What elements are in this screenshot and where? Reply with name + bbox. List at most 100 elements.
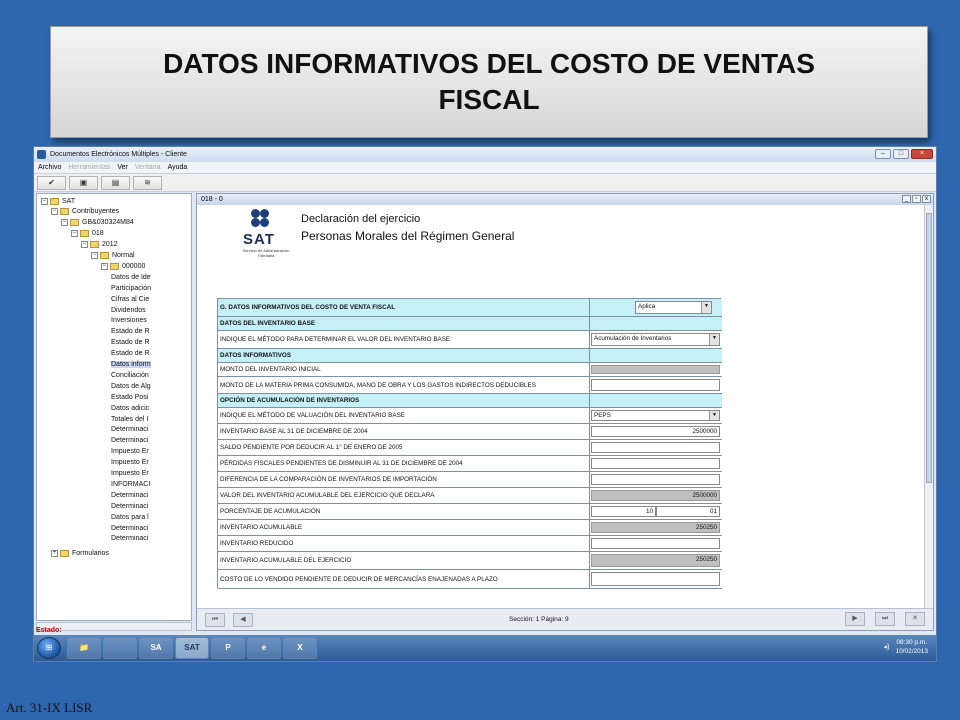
- prev-page-icon[interactable]: ◀: [233, 612, 253, 627]
- tree-node[interactable]: Datos para l: [111, 512, 149, 522]
- tree-node[interactable]: Determinaci: [111, 501, 148, 511]
- tree-node[interactable]: − 000000: [101, 261, 145, 271]
- document-vertical-scrollbar[interactable]: [924, 205, 933, 609]
- dropdown-arrow-icon[interactable]: ▼: [709, 334, 719, 345]
- tree-node[interactable]: − Normal: [91, 251, 135, 261]
- tree-node-label: INFORMACI: [111, 480, 151, 488]
- speaker-icon[interactable]: ◂): [884, 643, 890, 651]
- taskbar-app-button[interactable]: SAT: [175, 637, 209, 659]
- next-page-icon[interactable]: ▶: [845, 612, 865, 626]
- tree-node[interactable]: Estado de R: [111, 338, 150, 348]
- taskbar-app-button[interactable]: SA: [139, 637, 173, 659]
- tree-node[interactable]: Impuesto Er: [111, 469, 149, 479]
- taskbar-app-button[interactable]: 📁: [67, 637, 101, 659]
- form-row: VALOR DEL INVENTARIO ACUMULABLE DEL EJER…: [218, 488, 722, 504]
- amount-field[interactable]: [591, 442, 720, 453]
- check-icon[interactable]: ✔: [37, 175, 66, 190]
- windows-start-icon[interactable]: ⊞: [37, 637, 61, 659]
- close-doc-icon[interactable]: ✕: [905, 612, 925, 626]
- menu-item[interactable]: Ver: [117, 164, 128, 171]
- expander-icon[interactable]: −: [51, 208, 58, 216]
- tree-node[interactable]: Determinaci: [111, 490, 148, 500]
- tree-node[interactable]: − GB&030324M84: [61, 218, 134, 228]
- percentage-integer-field[interactable]: 10: [591, 506, 656, 517]
- tree-node[interactable]: Datos de Alg: [111, 381, 151, 391]
- tree-node[interactable]: Determinaci: [111, 534, 148, 544]
- tree-node[interactable]: Totales del I: [111, 414, 148, 424]
- doc-restore-icon[interactable]: ▫: [912, 195, 921, 203]
- tree-node[interactable]: Estado de R: [111, 349, 150, 359]
- form-row-value-cell: [590, 377, 722, 393]
- expander-icon[interactable]: −: [81, 241, 88, 249]
- close-icon[interactable]: ×: [911, 149, 933, 159]
- tree-node[interactable]: Cifras al Cie: [111, 294, 149, 304]
- menu-item[interactable]: Ayuda: [168, 164, 188, 171]
- select-value: Acumulación de Inventarios: [594, 335, 672, 342]
- tree-node[interactable]: Datos de Ide: [111, 272, 151, 282]
- taskbar-app-button[interactable]: P: [211, 637, 245, 659]
- minimize-icon[interactable]: –: [875, 149, 891, 159]
- tree-node[interactable]: Conciliación: [111, 370, 149, 380]
- tree-node[interactable]: − Contribuyentes: [51, 207, 119, 217]
- form-row-label: DATOS INFORMATIVOS: [218, 349, 590, 362]
- tree-node[interactable]: − 018: [71, 229, 104, 239]
- clock[interactable]: 08:30 p.m. 10/02/2013: [895, 638, 928, 656]
- form-row: INDIQUE EL MÉTODO DE VALUACIÓN DEL INVEN…: [218, 408, 722, 424]
- menu-item[interactable]: Archivo: [38, 164, 61, 171]
- expander-icon[interactable]: −: [71, 230, 78, 238]
- select-field[interactable]: Acumulación de Inventarios ▼: [591, 333, 720, 346]
- tree-node[interactable]: Impuesto Er: [111, 458, 149, 468]
- tree-node[interactable]: Estado de R: [111, 327, 150, 337]
- dropdown-arrow-icon[interactable]: ▼: [701, 302, 711, 313]
- amount-field[interactable]: [591, 572, 720, 586]
- select-field[interactable]: Aplica ▼: [635, 301, 712, 314]
- menu-item[interactable]: Herramientas: [68, 164, 110, 171]
- taskbar-app-button[interactable]: e: [247, 637, 281, 659]
- amount-field[interactable]: [591, 379, 720, 391]
- app-icon: [37, 150, 46, 159]
- amount-field[interactable]: 2500000: [591, 426, 720, 437]
- expander-icon[interactable]: +: [51, 550, 58, 558]
- doc-minimize-icon[interactable]: _: [902, 195, 911, 203]
- select-field[interactable]: PEPS ▼: [591, 410, 720, 421]
- stack-icon[interactable]: ≋: [133, 175, 162, 190]
- tree-node[interactable]: − 2012: [81, 240, 118, 250]
- tree-node[interactable]: Determinaci: [111, 523, 148, 533]
- tree-node[interactable]: Estado Posi: [111, 392, 148, 402]
- tree-node[interactable]: Participación: [111, 283, 151, 293]
- last-page-icon[interactable]: ⏭: [875, 612, 895, 626]
- expander-icon[interactable]: −: [41, 197, 48, 205]
- lock-icon[interactable]: ▣: [69, 175, 98, 190]
- first-page-icon[interactable]: ⏮: [205, 612, 225, 627]
- tree-node[interactable]: Datos inform: [111, 360, 151, 370]
- tree-node[interactable]: Datos adicic: [111, 403, 149, 413]
- amount-field[interactable]: [591, 474, 720, 485]
- amount-field[interactable]: [591, 538, 720, 549]
- expander-icon[interactable]: −: [91, 252, 98, 259]
- form-row-value-cell: 250250: [590, 520, 722, 535]
- tree-node[interactable]: Impuesto Er: [111, 447, 149, 457]
- amount-field[interactable]: [591, 458, 720, 469]
- expander-icon[interactable]: −: [101, 262, 108, 270]
- doc-close-icon[interactable]: x: [922, 195, 931, 203]
- tree-node[interactable]: Inversiones: [111, 316, 147, 326]
- tree-node[interactable]: INFORMACI: [111, 479, 150, 489]
- tree-node[interactable]: Determinaci: [111, 425, 148, 435]
- taskbar-app-button[interactable]: [103, 637, 137, 659]
- document-icon[interactable]: ▤: [101, 175, 130, 190]
- percentage-decimal-field[interactable]: 01: [656, 506, 720, 517]
- form-row: COSTO DE LO VENDIDO PENDIENTE DE DEDUCIR…: [218, 570, 722, 589]
- form-row-label: INDIQUE EL MÉTODO PARA DETERMINAR EL VAL…: [218, 331, 590, 348]
- taskbar-app-button[interactable]: X: [283, 637, 317, 659]
- menu-item[interactable]: Ventana: [135, 164, 161, 171]
- scrollbar-thumb[interactable]: [926, 213, 932, 483]
- maximize-icon[interactable]: □: [893, 149, 909, 159]
- tree-node[interactable]: Determinaci: [111, 436, 148, 446]
- tree-node[interactable]: + Formularios: [51, 549, 109, 559]
- dropdown-arrow-icon[interactable]: ▼: [709, 411, 719, 420]
- amount-field: 2500000: [591, 490, 720, 501]
- tree-node[interactable]: − SAT: [41, 196, 75, 206]
- form-row-value-cell: Aplica ▼: [590, 299, 722, 316]
- tree-node[interactable]: Dividendos: [111, 305, 146, 315]
- expander-icon[interactable]: −: [61, 219, 68, 227]
